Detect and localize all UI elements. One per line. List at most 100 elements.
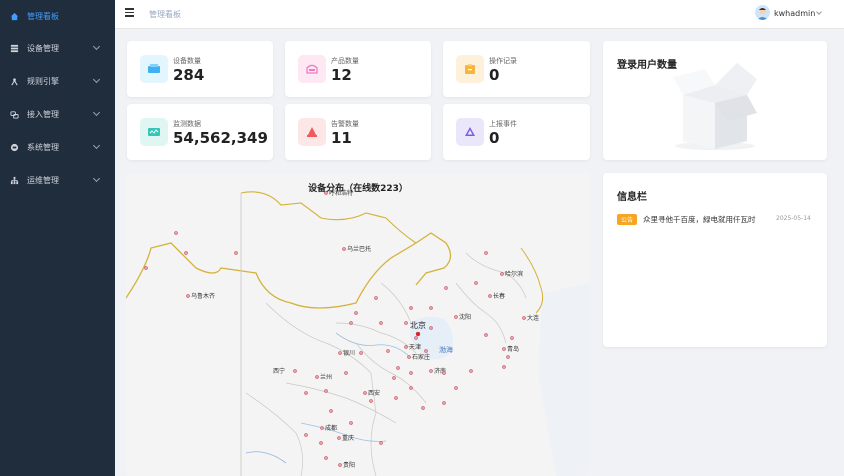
map-city-marker[interactable] bbox=[324, 456, 328, 460]
map-city-dot[interactable] bbox=[409, 371, 413, 375]
map-city-marker[interactable]: 乌鲁木齐 bbox=[186, 292, 215, 300]
sidebar-item-system[interactable]: 系统管理 bbox=[0, 131, 115, 164]
map-city-dot[interactable] bbox=[409, 386, 413, 390]
map-city-marker[interactable] bbox=[484, 333, 488, 337]
map-city-dot[interactable] bbox=[488, 294, 492, 298]
map-city-dot[interactable] bbox=[429, 326, 433, 330]
map-city-marker[interactable] bbox=[379, 441, 383, 445]
china-map[interactable]: 渤海 呼和浩特乌兰巴托乌鲁木齐哈尔滨长春沈阳 大连北京天津石家庄济南青岛银川西宁兰… bbox=[126, 173, 590, 476]
map-city-dot[interactable] bbox=[506, 355, 510, 359]
map-city-marker[interactable] bbox=[319, 441, 323, 445]
map-city-dot[interactable] bbox=[392, 376, 396, 380]
map-city-marker[interactable] bbox=[304, 433, 308, 437]
map-city-marker[interactable] bbox=[474, 281, 478, 285]
map-city-marker[interactable] bbox=[506, 355, 510, 359]
map-city-dot[interactable] bbox=[363, 391, 367, 395]
map-city-dot[interactable] bbox=[349, 421, 353, 425]
map-city-dot[interactable] bbox=[444, 286, 448, 290]
map-city-marker[interactable] bbox=[409, 371, 413, 375]
map-city-marker[interactable] bbox=[234, 251, 238, 255]
avatar[interactable] bbox=[755, 5, 770, 20]
breadcrumb[interactable]: 管理看板 bbox=[149, 9, 181, 20]
map-city-marker[interactable] bbox=[349, 321, 353, 325]
stat-card-events[interactable]: 上报事件 0 bbox=[443, 104, 590, 160]
map-city-marker[interactable] bbox=[429, 306, 433, 310]
map-city-marker[interactable] bbox=[374, 296, 378, 300]
map-city-dot[interactable] bbox=[454, 315, 458, 319]
map-city-marker[interactable] bbox=[454, 386, 458, 390]
map-city-dot[interactable] bbox=[429, 369, 433, 373]
map-city-marker[interactable] bbox=[404, 321, 408, 325]
map-city-dot[interactable] bbox=[386, 349, 390, 353]
map-city-dot[interactable] bbox=[404, 345, 408, 349]
device-map-panel[interactable]: 渤海 呼和浩特 乌兰巴托 乌鲁木齐 哈尔滨 长春 沈阳 大连 北京 天津 石家庄 济南 青岛 银川 西宁兰… bbox=[126, 173, 590, 476]
map-city-dot[interactable] bbox=[184, 251, 188, 255]
sidebar-item-rules[interactable]: 规则引擎 bbox=[0, 65, 115, 98]
map-city-dot[interactable] bbox=[359, 351, 363, 355]
stat-card-monitor[interactable]: 监测数据 54,562,349 bbox=[127, 104, 273, 160]
map-city-dot[interactable] bbox=[484, 251, 488, 255]
map-city-dot[interactable] bbox=[304, 391, 308, 395]
sidebar-item-devices[interactable]: 设备管理 bbox=[0, 32, 115, 65]
map-city-dot[interactable] bbox=[442, 371, 446, 375]
map-city-dot[interactable] bbox=[500, 272, 504, 276]
map-city-marker[interactable] bbox=[359, 351, 363, 355]
map-city-dot[interactable] bbox=[424, 349, 428, 353]
map-city-marker[interactable] bbox=[379, 321, 383, 325]
map-city-marker[interactable] bbox=[386, 349, 390, 353]
map-city-dot[interactable] bbox=[342, 247, 346, 251]
map-city-dot[interactable] bbox=[454, 386, 458, 390]
map-city-marker[interactable] bbox=[304, 391, 308, 395]
map-city-dot[interactable] bbox=[337, 436, 341, 440]
map-city-marker[interactable] bbox=[469, 369, 473, 373]
map-city-dot[interactable] bbox=[394, 396, 398, 400]
map-city-marker[interactable] bbox=[484, 251, 488, 255]
map-city-dot[interactable] bbox=[421, 406, 425, 410]
map-city-dot[interactable] bbox=[315, 375, 319, 379]
chevron-down-icon[interactable] bbox=[816, 9, 822, 15]
map-city-dot[interactable] bbox=[379, 441, 383, 445]
username[interactable]: kwhadmin bbox=[774, 9, 815, 18]
map-city-marker[interactable] bbox=[444, 286, 448, 290]
map-city-marker[interactable] bbox=[396, 366, 400, 370]
map-city-marker[interactable] bbox=[174, 231, 178, 235]
map-city-marker[interactable] bbox=[424, 349, 428, 353]
map-city-dot[interactable] bbox=[502, 365, 506, 369]
map-city-dot[interactable] bbox=[474, 281, 478, 285]
map-city-marker[interactable] bbox=[392, 376, 396, 380]
map-city-marker[interactable] bbox=[349, 421, 353, 425]
map-city-marker[interactable] bbox=[344, 371, 348, 375]
map-city-dot[interactable] bbox=[293, 369, 297, 373]
menu-toggle-icon[interactable] bbox=[125, 8, 134, 17]
map-city-dot[interactable] bbox=[324, 389, 328, 393]
map-city-marker[interactable] bbox=[510, 336, 514, 340]
map-city-dot[interactable] bbox=[469, 369, 473, 373]
map-city-dot[interactable] bbox=[502, 347, 506, 351]
map-city-marker[interactable] bbox=[429, 326, 433, 330]
stat-card-alerts[interactable]: 告警数量 11 bbox=[285, 104, 431, 160]
map-city-dot[interactable] bbox=[186, 294, 190, 298]
map-city-dot[interactable] bbox=[415, 331, 421, 337]
map-city-dot[interactable] bbox=[379, 321, 383, 325]
map-city-dot[interactable] bbox=[234, 251, 238, 255]
map-city-marker[interactable] bbox=[369, 399, 373, 403]
map-city-dot[interactable] bbox=[320, 426, 324, 430]
map-city-marker[interactable] bbox=[329, 409, 333, 413]
map-city-marker[interactable] bbox=[502, 365, 506, 369]
map-city-dot[interactable] bbox=[442, 401, 446, 405]
map-city-marker[interactable] bbox=[409, 386, 413, 390]
map-city-dot[interactable] bbox=[354, 311, 358, 315]
map-city-marker[interactable] bbox=[409, 306, 413, 310]
map-city-dot[interactable] bbox=[304, 433, 308, 437]
map-city-marker[interactable] bbox=[442, 371, 446, 375]
map-city-dot[interactable] bbox=[484, 333, 488, 337]
map-city-marker[interactable] bbox=[184, 251, 188, 255]
stat-card-records[interactable]: 操作记录 0 bbox=[443, 41, 590, 97]
map-city-dot[interactable] bbox=[409, 306, 413, 310]
map-city-dot[interactable] bbox=[144, 266, 148, 270]
map-city-dot[interactable] bbox=[324, 456, 328, 460]
map-city-marker[interactable] bbox=[421, 406, 425, 410]
map-city-dot[interactable] bbox=[349, 321, 353, 325]
map-city-dot[interactable] bbox=[414, 336, 418, 340]
map-city-marker[interactable]: 乌兰巴托 bbox=[342, 245, 371, 253]
